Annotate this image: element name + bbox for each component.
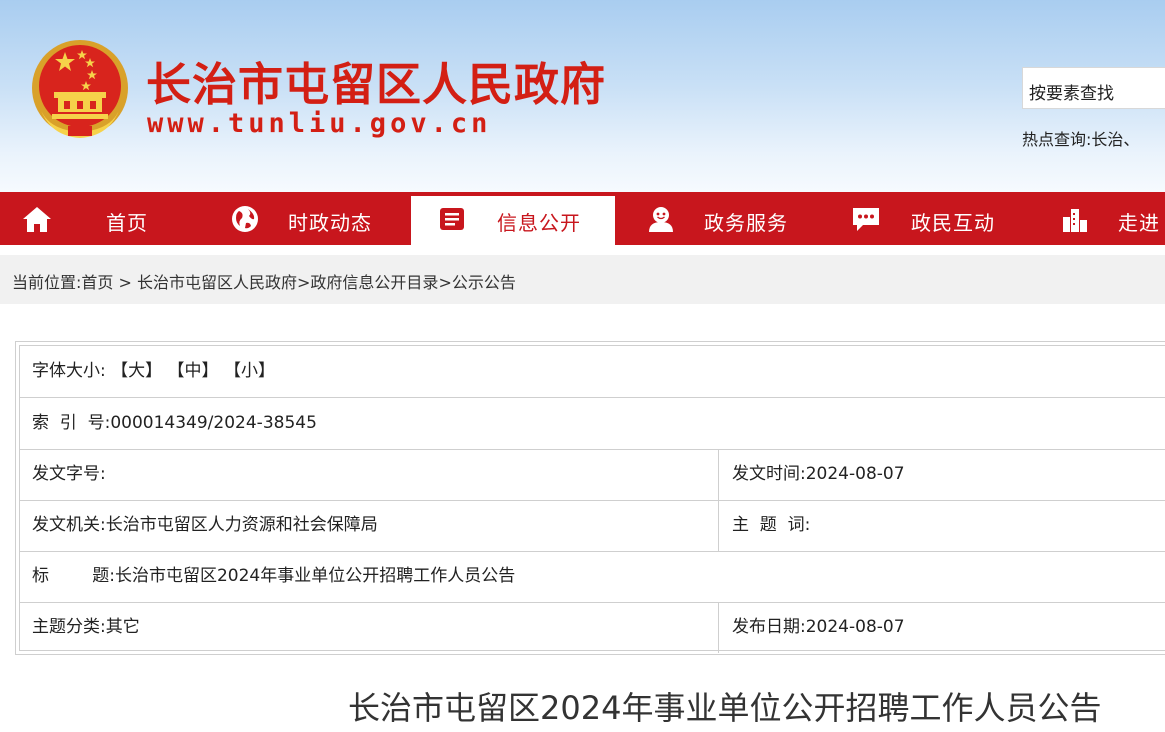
nav-item-service[interactable]: 政务服务 (615, 192, 825, 245)
nav-item-home[interactable]: 首页 (0, 192, 200, 245)
document-icon (440, 208, 464, 230)
font-medium-button[interactable]: 【中】 (168, 361, 219, 381)
table-row: 主题分类:其它 发布日期:2024-08-07 (20, 602, 1165, 653)
issuer-cell: 发文机关:长治市屯留区人力资源和社会保障局 (32, 500, 378, 551)
breadcrumb-prefix: 当前位置: (12, 273, 82, 292)
national-emblem-icon[interactable] (30, 38, 130, 142)
globe-icon (232, 206, 258, 232)
breadcrumb: 当前位置:首页 > 长治市屯留区人民政府>政府信息公开目录>公示公告 (0, 255, 1165, 304)
doc-no-cell: 发文字号: (32, 449, 106, 500)
category-value: 其它 (105, 617, 140, 637)
nav-label-home: 首页 (106, 211, 148, 235)
title-value: 长治市屯留区2024年事业单位公开招聘工作人员公告 (114, 566, 516, 586)
article-title: 长治市屯留区2024年事业单位公开招聘工作人员公告 (348, 689, 1102, 727)
issuer-label: 发文机关: (32, 515, 106, 535)
breadcrumb-separator: > (297, 273, 311, 292)
publish-date-value: 2024-08-07 (805, 617, 905, 637)
index-label: 索 引 号: (32, 413, 111, 433)
publish-date-cell: 发布日期:2024-08-07 (718, 602, 1165, 653)
site-title[interactable]: 长治市屯留区人民政府 (146, 48, 606, 113)
breadcrumb-notices[interactable]: 公示公告 (452, 273, 516, 292)
breadcrumb-home[interactable]: 首页 (81, 273, 113, 292)
table-row: 索 引 号:000014349/2024-38545 (20, 398, 1165, 450)
document-info-inner: 字体大小: 【大】 【中】 【小】 索 引 号:000014349/2024-3… (19, 345, 1165, 653)
publish-date-label: 发布日期: (732, 617, 806, 637)
issuer-value: 长治市屯留区人力资源和社会保障局 (105, 515, 378, 535)
service-icon (649, 207, 673, 232)
issue-time-cell: 发文时间:2024-08-07 (718, 449, 1165, 500)
font-large-button[interactable]: 【大】 (111, 361, 162, 381)
breadcrumb-separator: > (113, 273, 137, 292)
site-url[interactable]: www.tunliu.gov.cn (147, 108, 491, 139)
nav-item-interaction[interactable]: 政民互动 (825, 192, 1035, 245)
main-nav: 首页 时政动态 信息公开 政务服务 政民互动 走进 (0, 192, 1165, 245)
category-label: 主题分类: (32, 617, 106, 637)
nav-label-interaction: 政民互动 (911, 211, 995, 235)
table-row: 发文机关:长治市屯留区人力资源和社会保障局 主 题 词: (20, 500, 1165, 552)
home-icon (23, 207, 51, 232)
document-info-table: 字体大小: 【大】 【中】 【小】 索 引 号:000014349/2024-3… (15, 341, 1165, 655)
index-value: 000014349/2024-38545 (110, 413, 317, 433)
issue-time-value: 2024-08-07 (805, 464, 905, 484)
table-row: 标 题:长治市屯留区2024年事业单位公开招聘工作人员公告 (20, 551, 1165, 603)
font-small-button[interactable]: 【小】 (224, 361, 275, 381)
search-input[interactable]: 按要素查找 (1022, 67, 1165, 109)
site-header: 长治市屯留区人民政府 www.tunliu.gov.cn 按要素查找 热点查询:… (0, 0, 1165, 192)
nav-label-news: 时政动态 (288, 211, 372, 235)
city-icon (1063, 209, 1087, 232)
index-cell: 索 引 号:000014349/2024-38545 (32, 398, 317, 449)
chat-icon (853, 208, 879, 231)
breadcrumb-separator: > (438, 273, 452, 292)
doc-no-label: 发文字号: (32, 464, 106, 484)
font-size-controls: 字体大小: 【大】 【中】 【小】 (32, 346, 275, 397)
keywords-label: 主 题 词: (732, 515, 811, 535)
keywords-cell: 主 题 词: (718, 500, 1165, 551)
table-row: 字体大小: 【大】 【中】 【小】 (20, 346, 1165, 398)
nav-item-news[interactable]: 时政动态 (200, 192, 410, 245)
table-row: 发文字号: 发文时间:2024-08-07 (20, 449, 1165, 501)
hot-search-link[interactable]: 长治、 (1091, 130, 1139, 149)
font-size-label: 字体大小: (32, 361, 106, 381)
nav-item-info[interactable]: 信息公开 (411, 196, 615, 245)
category-cell: 主题分类:其它 (32, 602, 140, 653)
hot-search-label: 热点查询: (1022, 130, 1092, 149)
issue-time-label: 发文时间: (732, 464, 806, 484)
breadcrumb-trail: 当前位置:首页 > 长治市屯留区人民政府>政府信息公开目录>公示公告 (12, 269, 516, 293)
nav-label-info: 信息公开 (497, 211, 581, 235)
nav-label-service: 政务服务 (704, 211, 788, 235)
breadcrumb-catalog[interactable]: 政府信息公开目录 (310, 273, 438, 292)
title-label: 标 题: (32, 566, 115, 586)
nav-item-about[interactable]: 走进 (1035, 192, 1165, 245)
title-cell: 标 题:长治市屯留区2024年事业单位公开招聘工作人员公告 (32, 551, 515, 602)
nav-label-about: 走进 (1118, 211, 1160, 235)
hot-search: 热点查询:长治、 (1022, 126, 1139, 150)
breadcrumb-government[interactable]: 长治市屯留区人民政府 (137, 273, 297, 292)
